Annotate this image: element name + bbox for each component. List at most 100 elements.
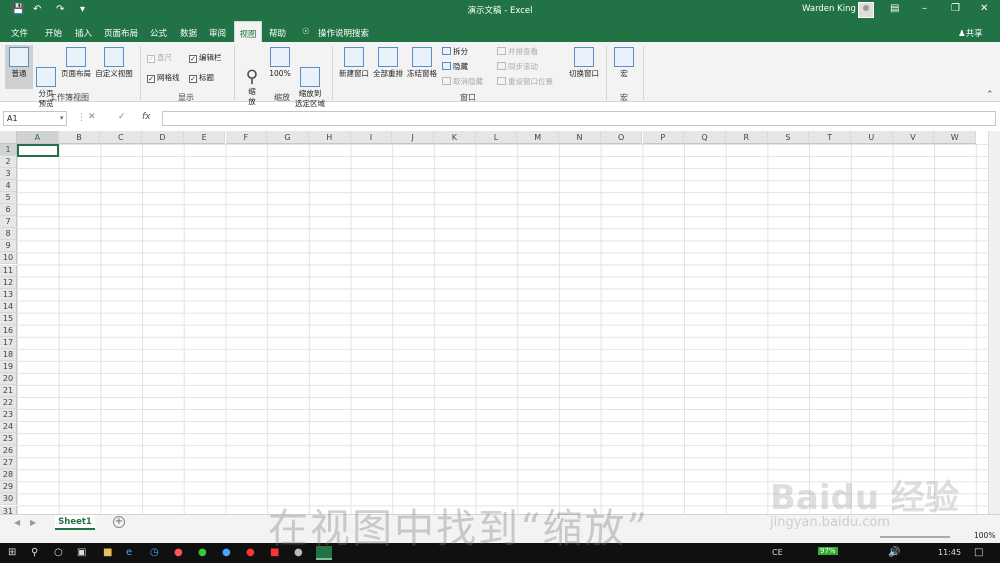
tell-me-search[interactable]: 操作说明搜索 — [318, 27, 369, 39]
collapse-ribbon-icon[interactable]: ⌃ — [986, 90, 994, 100]
row-header[interactable]: 7 — [0, 216, 17, 229]
column-header[interactable]: R — [725, 131, 768, 144]
row-header[interactable]: 1 — [0, 144, 17, 157]
column-header[interactable]: C — [100, 131, 143, 144]
column-header[interactable]: O — [600, 131, 643, 144]
column-header[interactable]: G — [267, 131, 309, 144]
macros-button[interactable]: 宏 — [612, 47, 636, 79]
column-header[interactable]: V — [892, 131, 935, 144]
row-header[interactable]: 31 — [0, 505, 17, 514]
row-header[interactable]: 17 — [0, 336, 17, 349]
add-sheet-button[interactable]: + — [113, 516, 125, 528]
column-header[interactable]: B — [58, 131, 101, 144]
app-icon[interactable]: ● — [174, 547, 183, 558]
column-header[interactable]: W — [934, 131, 977, 144]
column-header[interactable]: F — [225, 131, 268, 144]
row-header[interactable]: 8 — [0, 228, 17, 241]
row-header[interactable]: 15 — [0, 312, 17, 325]
row-header[interactable]: 20 — [0, 372, 17, 385]
tab-help[interactable]: 帮助 — [269, 27, 286, 39]
page-layout-button[interactable]: 页面布局 — [60, 47, 92, 79]
zoom-slider[interactable] — [880, 536, 950, 538]
row-header[interactable]: 24 — [0, 421, 17, 434]
notification-icon[interactable]: □ — [974, 547, 983, 558]
column-header[interactable]: P — [642, 131, 685, 144]
ribbon-display-icon[interactable]: ▤ — [890, 3, 899, 14]
vertical-scrollbar[interactable] — [988, 131, 1000, 514]
tab-review[interactable]: 审阅 — [209, 27, 226, 39]
scroll-left-icon[interactable]: ◀ — [14, 518, 20, 527]
sync-scrolling-button[interactable]: 同步滚动 — [497, 61, 538, 72]
task-view-icon[interactable]: ▣ — [77, 547, 86, 558]
tab-file[interactable]: 文件 — [11, 27, 28, 39]
minimize-icon[interactable]: – — [922, 3, 927, 14]
column-header[interactable]: I — [350, 131, 393, 144]
row-header[interactable]: 14 — [0, 300, 17, 313]
row-header[interactable]: 28 — [0, 469, 17, 482]
select-all-corner[interactable] — [0, 131, 17, 144]
wechat-icon[interactable]: ● — [198, 547, 207, 558]
row-header[interactable]: 2 — [0, 156, 17, 169]
column-header[interactable]: Q — [684, 131, 726, 144]
row-header[interactable]: 22 — [0, 397, 17, 410]
column-header[interactable]: M — [517, 131, 560, 144]
row-header[interactable]: 10 — [0, 252, 17, 265]
switch-windows-button[interactable]: 切换窗口 — [566, 47, 602, 79]
formula-input[interactable] — [162, 111, 996, 126]
insert-function-button[interactable]: fx — [142, 112, 151, 122]
windows-start-icon[interactable]: ⊞ — [8, 547, 16, 558]
row-header[interactable]: 23 — [0, 409, 17, 422]
headings-checkbox[interactable]: ✓ 标题 — [189, 72, 214, 83]
tab-home[interactable]: 开始 — [45, 27, 62, 39]
normal-view-button[interactable]: 普通 — [5, 45, 33, 89]
user-name[interactable]: Warden King — [802, 4, 856, 14]
column-header[interactable]: U — [851, 131, 893, 144]
zoom-level[interactable]: 100% — [974, 531, 995, 540]
row-header[interactable]: 19 — [0, 360, 17, 373]
scroll-right-icon[interactable]: ▶ — [30, 518, 36, 527]
row-header[interactable]: 13 — [0, 288, 17, 301]
search-icon[interactable]: ⚲ — [31, 547, 38, 558]
reset-window-position-button[interactable]: 重设窗口位置 — [497, 76, 553, 87]
freeze-panes-button[interactable]: 冻结窗格 — [405, 47, 439, 79]
column-header[interactable]: J — [392, 131, 434, 144]
avatar[interactable] — [858, 2, 874, 18]
active-cell[interactable] — [17, 144, 59, 157]
column-header[interactable]: S — [767, 131, 810, 144]
row-header[interactable]: 11 — [0, 264, 17, 277]
battery-indicator[interactable]: 97% — [818, 547, 838, 555]
tab-insert[interactable]: 插入 — [75, 27, 92, 39]
row-header[interactable]: 12 — [0, 276, 17, 289]
gridlines-checkbox[interactable]: ✓ 网格线 — [147, 72, 180, 83]
custom-views-button[interactable]: 自定义视图 — [94, 47, 134, 79]
row-header[interactable]: 18 — [0, 348, 17, 361]
row-header[interactable]: 6 — [0, 204, 17, 217]
close-icon[interactable]: ✕ — [980, 3, 988, 14]
sheet-tab[interactable]: Sheet1 — [55, 515, 95, 530]
row-header[interactable]: 4 — [0, 180, 17, 193]
restore-icon[interactable]: ❐ — [951, 3, 960, 14]
tab-page-layout[interactable]: 页面布局 — [104, 27, 138, 39]
formula-bar-checkbox[interactable]: ✓ 编辑栏 — [189, 52, 222, 63]
arrange-all-button[interactable]: 全部重排 — [371, 47, 405, 79]
share-button[interactable]: ♟共享 — [958, 27, 983, 39]
split-button[interactable]: 拆分 — [442, 46, 468, 57]
column-header[interactable]: E — [183, 131, 226, 144]
row-header[interactable]: 3 — [0, 168, 17, 181]
file-explorer-icon[interactable]: ■ — [103, 547, 112, 558]
cortana-icon[interactable]: ○ — [54, 547, 63, 558]
app-icon[interactable]: ● — [246, 547, 255, 558]
chevron-down-icon[interactable]: ▾ — [60, 114, 64, 122]
cells[interactable] — [17, 144, 988, 514]
row-header[interactable]: 21 — [0, 385, 17, 398]
row-header[interactable]: 25 — [0, 433, 17, 446]
row-header[interactable]: 5 — [0, 192, 17, 205]
zoom-button[interactable]: ⚲ 缩 放 — [240, 47, 264, 117]
column-header[interactable]: N — [559, 131, 601, 144]
row-header[interactable]: 9 — [0, 240, 17, 253]
qq-icon[interactable]: ● — [222, 547, 231, 558]
speaker-icon[interactable]: 🔊 — [888, 547, 900, 558]
view-side-by-side-button[interactable]: 并排查看 — [497, 46, 538, 57]
column-header[interactable]: A — [17, 131, 59, 144]
hide-button[interactable]: 隐藏 — [442, 61, 468, 72]
